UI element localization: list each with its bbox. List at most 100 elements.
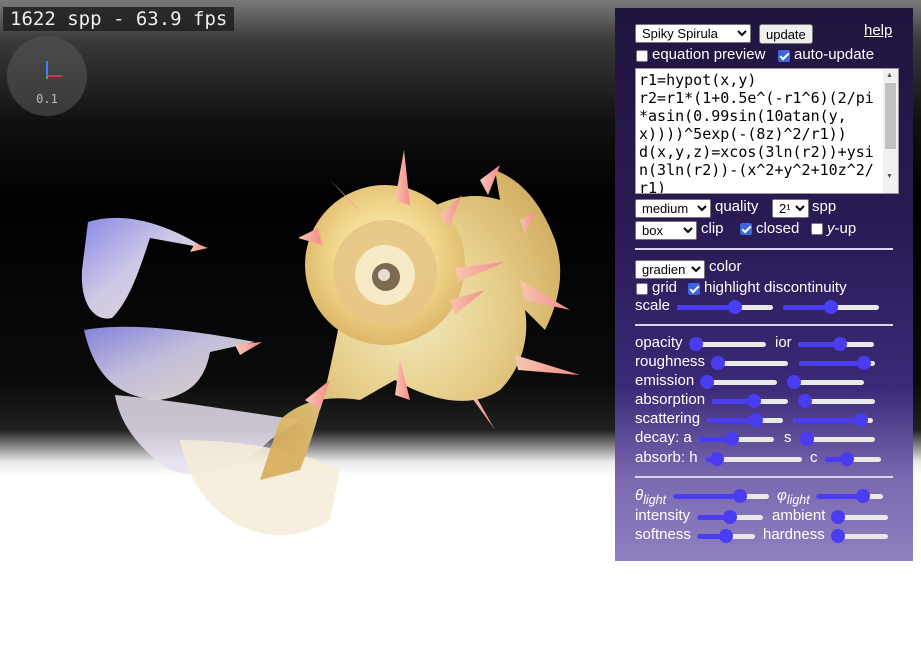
spike: [395, 150, 410, 205]
slider-thumb[interactable]: [839, 452, 854, 466]
slider-thumb[interactable]: [725, 432, 740, 446]
slider-thumb[interactable]: [799, 432, 814, 446]
phi-light-slider[interactable]: [816, 489, 883, 503]
rendered-surface: [81, 150, 580, 535]
slider-thumb[interactable]: [723, 510, 737, 524]
grid-label: grid: [652, 279, 678, 296]
closed-checkbox[interactable]: [740, 223, 752, 235]
slider-thumb[interactable]: [746, 394, 761, 408]
spiral-tail-segment: [81, 217, 205, 319]
slider-thumb[interactable]: [831, 529, 845, 543]
slider-thumb[interactable]: [832, 337, 847, 351]
absorption-slider[interactable]: [712, 394, 788, 408]
ambient-slider[interactable]: [831, 510, 888, 524]
color-mode-select[interactable]: gradient: [635, 260, 705, 279]
slider-thumb[interactable]: [787, 375, 801, 389]
fps-counter: 1622 spp - 63.9 fps: [3, 7, 235, 31]
divider: [635, 324, 893, 326]
spike: [515, 355, 580, 375]
slider-thumb[interactable]: [824, 300, 838, 314]
clip-label: clip: [701, 220, 724, 237]
control-panel: Spiky Spirula update help equation previ…: [615, 8, 913, 561]
emission-label: emission: [635, 372, 695, 389]
axes-scale-label: 0.1: [36, 92, 58, 106]
absorb-c-label: c: [810, 449, 818, 466]
slider-thumb[interactable]: [831, 510, 845, 524]
slider-thumb[interactable]: [709, 452, 724, 466]
slider-thumb[interactable]: [727, 300, 742, 314]
quality-label: quality: [715, 198, 759, 215]
absorb-c-slider[interactable]: [824, 452, 881, 466]
spiral-tail-segment: [84, 326, 255, 400]
ior-slider[interactable]: [798, 337, 874, 351]
roughness-slider[interactable]: [711, 356, 788, 370]
emission-slider-2[interactable]: [787, 375, 864, 389]
equation-scrollbar[interactable]: ▲ ▼: [883, 69, 898, 193]
roughness-slider-2[interactable]: [799, 356, 875, 370]
absorption-label: absorption: [635, 391, 706, 408]
preset-select[interactable]: Spiky Spirula: [635, 24, 751, 43]
slider-thumb[interactable]: [711, 356, 725, 370]
phi-light-label: φlight: [777, 487, 810, 507]
grid-checkbox[interactable]: [636, 283, 648, 295]
ior-label: ior: [775, 334, 792, 351]
slider-thumb[interactable]: [700, 375, 714, 389]
hardness-label: hardness: [763, 526, 825, 543]
auto-update-label: auto-update: [794, 46, 875, 63]
intensity-label: intensity: [635, 507, 691, 524]
equation-preview-checkbox[interactable]: [636, 50, 648, 62]
highlight-discontinuity-label: highlight discontinuity: [704, 279, 847, 296]
absorb-h-slider[interactable]: [705, 452, 802, 466]
spp-select[interactable]: 2¹⁴: [772, 199, 809, 218]
slider-thumb[interactable]: [854, 413, 868, 427]
theta-light-slider[interactable]: [673, 489, 769, 503]
clip-select[interactable]: box: [635, 221, 697, 240]
y-up-label: y-up: [827, 220, 857, 237]
ambient-label: ambient: [772, 507, 826, 524]
divider: [635, 248, 893, 250]
roughness-label: roughness: [635, 353, 706, 370]
scale-slider-2[interactable]: [783, 300, 879, 314]
closed-label: closed: [756, 220, 800, 237]
divider: [635, 476, 893, 478]
scattering-label: scattering: [635, 410, 701, 427]
slider-thumb[interactable]: [689, 337, 703, 351]
slider-thumb[interactable]: [856, 356, 871, 370]
help-link[interactable]: help: [864, 22, 892, 39]
absorb-h-label: absorb: h: [635, 449, 698, 466]
slider-thumb[interactable]: [733, 489, 748, 503]
highlight-discontinuity-checkbox[interactable]: [688, 283, 700, 295]
opacity-label: opacity: [635, 334, 683, 351]
quality-select[interactable]: medium: [635, 199, 711, 218]
spiral-tail-segment: [180, 440, 340, 535]
softness-slider[interactable]: [697, 529, 755, 543]
scroll-up-icon[interactable]: ▲: [886, 72, 893, 79]
slider-thumb[interactable]: [855, 489, 870, 503]
auto-update-checkbox[interactable]: [778, 50, 790, 62]
equation-editor[interactable]: r1=hypot(x,y) r2=r1*(1+0.5e^(-r1^6)(2/pi…: [635, 68, 899, 194]
spp-label: spp: [812, 198, 837, 215]
scattering-slider-2[interactable]: [793, 413, 873, 427]
decay-a-label: decay: a: [635, 429, 692, 446]
decay-a-slider[interactable]: [698, 432, 774, 446]
absorption-slider-2[interactable]: [798, 394, 875, 408]
update-button[interactable]: update: [759, 24, 813, 44]
color-label: color: [709, 258, 742, 275]
emission-slider[interactable]: [700, 375, 777, 389]
slider-thumb[interactable]: [749, 413, 764, 427]
slider-thumb[interactable]: [798, 394, 812, 408]
intensity-slider[interactable]: [697, 510, 763, 524]
theta-light-label: θlight: [635, 487, 667, 507]
hardness-slider[interactable]: [831, 529, 888, 543]
scroll-down-icon[interactable]: ▼: [886, 173, 893, 180]
scale-slider[interactable]: [677, 300, 773, 314]
decay-s-label: s: [784, 429, 792, 446]
scattering-slider[interactable]: [707, 413, 783, 427]
scale-label: scale: [635, 297, 671, 314]
decay-s-slider[interactable]: [799, 432, 875, 446]
axes-gizmo[interactable]: 0.1: [7, 36, 87, 116]
softness-label: softness: [635, 526, 691, 543]
slider-thumb[interactable]: [719, 529, 733, 543]
opacity-slider[interactable]: [689, 337, 766, 351]
y-up-checkbox[interactable]: [811, 223, 823, 235]
